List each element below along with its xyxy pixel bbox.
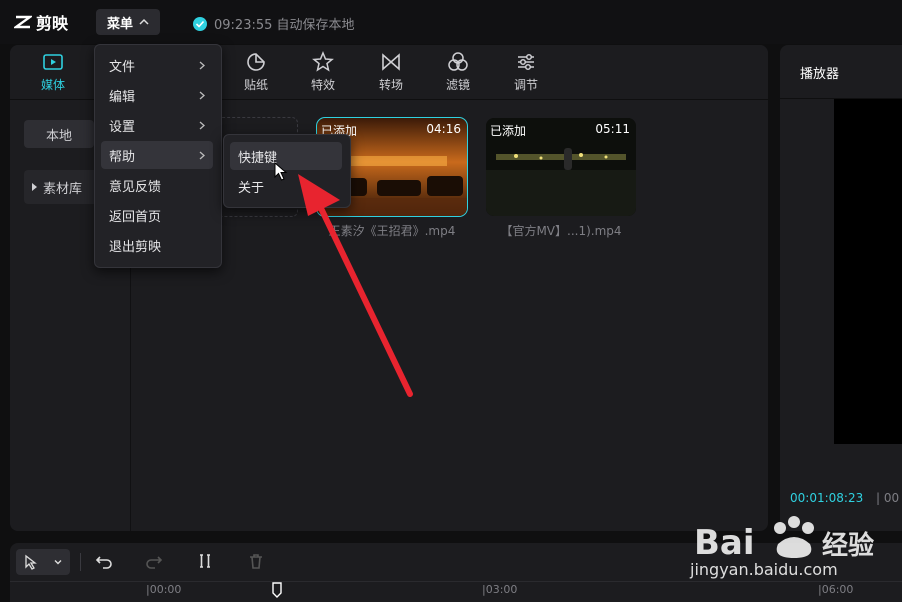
menu-item-label: 设置 — [109, 119, 136, 135]
menu-item-settings[interactable]: 设置 — [101, 111, 213, 139]
toolbar-divider — [80, 553, 81, 571]
menu-item-edit[interactable]: 编辑 — [101, 81, 213, 109]
tab-transition-label: 转场 — [378, 78, 403, 92]
pointer-icon — [25, 554, 37, 570]
sidebar-item-local-label: 本地 — [45, 128, 72, 144]
tab-adjust-label: 调节 — [513, 78, 538, 92]
player-panel: 播放器 00:01:08:23 | 00 — [780, 45, 902, 531]
duration-label: 04:16 — [426, 122, 461, 136]
tab-effects[interactable]: 特效 — [295, 51, 351, 97]
player-header — [780, 45, 902, 99]
svg-text:经验: 经验 — [822, 530, 874, 561]
tab-filter-label: 滤镜 — [445, 78, 470, 92]
sticker-icon — [247, 53, 265, 71]
effects-icon — [312, 51, 334, 72]
chevron-right-icon — [199, 61, 205, 69]
baidu-watermark-logo: Bai 经验 — [694, 516, 874, 563]
main-menu-dropdown: 文件 编辑 设置 帮助 意见反馈 返回首页 退出剪映 — [94, 44, 222, 268]
caret-right-icon — [32, 183, 37, 191]
transition-icon — [382, 53, 400, 71]
menu-item-label: 文件 — [109, 59, 136, 75]
tab-media[interactable]: 媒体 — [25, 51, 81, 97]
app-logo: 剪映 — [14, 10, 68, 34]
tick-label: |00:00 — [146, 583, 182, 596]
menu-item-feedback[interactable]: 意见反馈 — [101, 171, 213, 199]
tab-sticker-label: 贴纸 — [243, 78, 268, 92]
sidebar-item-local[interactable]: 本地 — [24, 120, 94, 148]
media-icon — [43, 54, 63, 70]
tab-filter[interactable]: 滤镜 — [430, 51, 486, 97]
menu-item-label: 意见反馈 — [109, 179, 162, 195]
player-screen[interactable] — [834, 99, 902, 444]
tab-media-label: 媒体 — [40, 78, 65, 92]
chevron-down-icon — [54, 560, 62, 565]
menu-button[interactable]: 菜单 — [96, 9, 160, 35]
app-name: 剪映 — [36, 14, 69, 33]
svg-text:Bai: Bai — [694, 523, 755, 563]
capcut-logo-icon — [14, 15, 32, 29]
split-icon[interactable] — [195, 551, 215, 571]
delete-icon[interactable] — [246, 551, 266, 571]
menu-item-help[interactable]: 帮助 — [101, 141, 213, 169]
autosave-text: 09:23:55 自动保存本地 — [214, 18, 355, 33]
menu-item-home[interactable]: 返回首页 — [101, 201, 213, 229]
submenu-item-label: 关于 — [238, 180, 265, 196]
menu-button-label: 菜单 — [106, 16, 133, 32]
autosave-status: 09:23:55 自动保存本地 — [192, 14, 355, 33]
duration-label: 05:11 — [595, 122, 630, 136]
chevron-right-icon — [199, 121, 205, 129]
undo-icon[interactable] — [94, 551, 114, 571]
select-tool-button[interactable] — [16, 549, 70, 575]
tick-label: |03:00 — [482, 583, 518, 596]
media-caption: 【官方MV】...1).mp4 — [500, 224, 622, 238]
chevron-right-icon — [199, 91, 205, 99]
menu-item-label: 退出剪映 — [109, 239, 162, 255]
tab-sticker[interactable]: 贴纸 — [228, 51, 284, 97]
added-badge: 已添加 — [490, 124, 527, 138]
adjust-icon — [518, 53, 534, 71]
player-title: 播放器 — [800, 67, 840, 82]
chevron-right-icon — [199, 151, 205, 159]
menu-item-file[interactable]: 文件 — [101, 51, 213, 79]
chevron-up-icon — [139, 18, 149, 25]
menu-item-label: 编辑 — [109, 89, 136, 105]
sidebar-item-library-label: 素材库 — [43, 181, 83, 197]
check-circle-icon — [193, 16, 207, 31]
annotation-arrow — [298, 174, 413, 397]
tab-effects-label: 特效 — [310, 78, 335, 92]
tab-adjust[interactable]: 调节 — [498, 51, 554, 97]
media-card[interactable]: 已添加 05:11 — [486, 118, 636, 216]
redo-icon[interactable] — [144, 551, 164, 571]
menu-item-exit[interactable]: 退出剪映 — [101, 231, 213, 259]
playhead-icon[interactable] — [272, 582, 282, 598]
menu-item-label: 返回首页 — [109, 209, 162, 225]
watermark-url: jingyan.baidu.com — [690, 560, 838, 579]
menu-item-label: 帮助 — [109, 149, 136, 165]
tab-transition[interactable]: 转场 — [363, 51, 419, 97]
filter-icon — [448, 52, 468, 71]
